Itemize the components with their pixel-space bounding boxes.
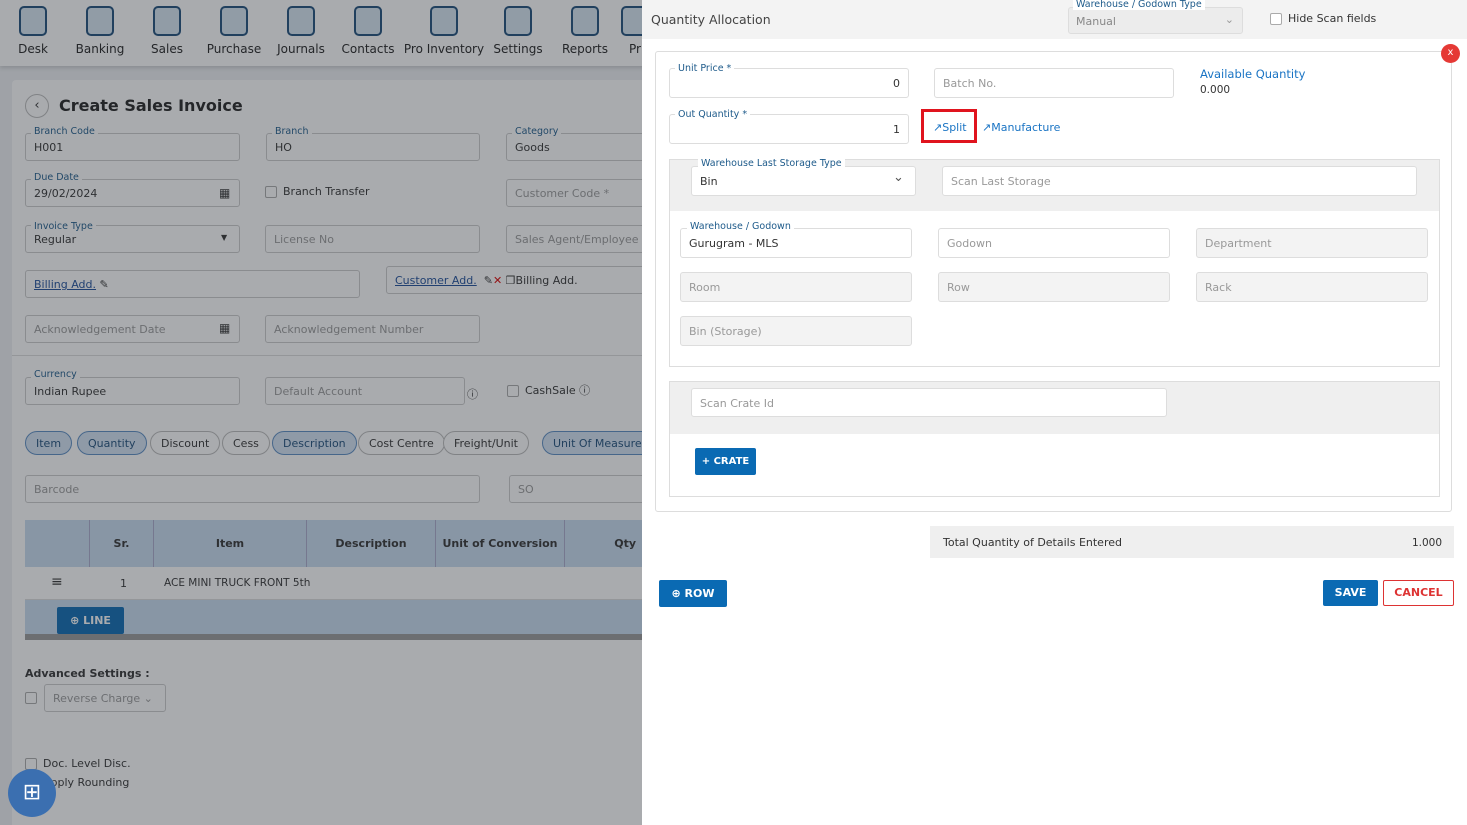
rack-field[interactable]: Rack: [1196, 272, 1428, 302]
close-button[interactable]: x: [1441, 44, 1460, 63]
add-crate-button[interactable]: + CRATE: [695, 448, 756, 475]
external-link-icon: ↗: [933, 121, 943, 134]
out-quantity-label: Out Quantity *: [675, 109, 751, 120]
save-button[interactable]: SAVE: [1323, 580, 1378, 606]
sales-invoice-page: Desk Banking Sales Purchase Journals Con…: [0, 0, 642, 825]
external-link-icon: ↗: [982, 121, 992, 134]
modal-backdrop[interactable]: [0, 0, 642, 825]
bin-field[interactable]: Bin (Storage): [680, 316, 912, 346]
last-storage-type-select[interactable]: Bin: [691, 166, 916, 196]
batch-field[interactable]: Batch No.: [934, 68, 1174, 98]
available-quantity-label: Available Quantity: [1200, 67, 1306, 81]
chevron-down-icon: ⌄: [893, 170, 904, 185]
row-field[interactable]: Row: [938, 272, 1170, 302]
warehouse-type-select[interactable]: Manual ⌄: [1068, 7, 1243, 34]
scan-last-storage-field[interactable]: Scan Last Storage: [942, 166, 1417, 196]
warehouse-field[interactable]: Gurugram - MLS: [680, 228, 912, 258]
warehouse-label: Warehouse / Godown: [687, 221, 794, 232]
available-quantity-value: 0.000: [1200, 84, 1231, 96]
cancel-button[interactable]: CANCEL: [1383, 580, 1454, 606]
department-field[interactable]: Department: [1196, 228, 1428, 258]
last-storage-type-label: Warehouse Last Storage Type: [698, 158, 845, 169]
scan-crate-field[interactable]: Scan Crate Id: [691, 388, 1167, 417]
apps-grid-button[interactable]: ⊞: [8, 769, 56, 817]
hide-scan-checkbox[interactable]: Hide Scan fields: [1270, 12, 1376, 25]
total-quantity-label: Total Quantity of Details Entered: [943, 536, 1122, 549]
panel-title: Quantity Allocation: [651, 12, 771, 27]
chevron-down-icon: ⌄: [1224, 13, 1234, 26]
total-quantity-value: 1.000: [1411, 537, 1442, 549]
add-row-button[interactable]: ⊕ ROW: [659, 580, 727, 607]
warehouse-type-label: Warehouse / Godown Type: [1073, 0, 1205, 10]
manufacture-link[interactable]: ↗Manufacture: [982, 121, 1060, 134]
godown-field[interactable]: Godown: [938, 228, 1170, 258]
split-link[interactable]: ↗Split: [933, 121, 967, 134]
total-quantity-bar: Total Quantity of Details Entered 1.000: [930, 526, 1454, 558]
room-field[interactable]: Room: [680, 272, 912, 302]
hide-scan-label: Hide Scan fields: [1288, 12, 1377, 25]
quantity-allocation-panel: Quantity Allocation Manual ⌄ Warehouse / …: [642, 0, 1467, 825]
unit-price-label: Unit Price *: [675, 63, 735, 74]
